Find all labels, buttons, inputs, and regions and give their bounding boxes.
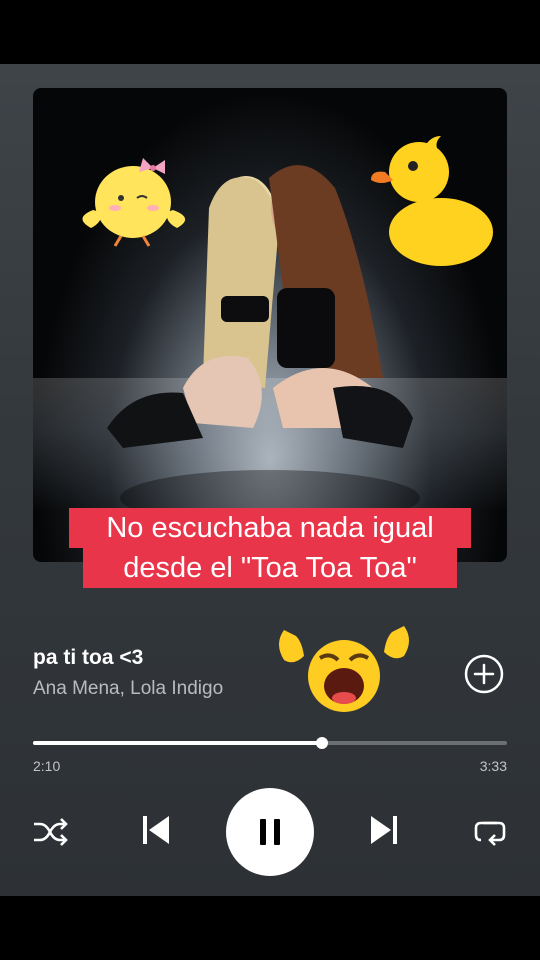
previous-icon	[143, 816, 169, 844]
repeat-icon	[474, 821, 506, 846]
next-button[interactable]	[362, 808, 406, 852]
duck-sticker	[371, 136, 493, 266]
album-art	[33, 88, 507, 562]
add-icon	[464, 654, 504, 694]
add-to-library-button[interactable]	[464, 654, 504, 694]
progress-fill	[33, 741, 323, 745]
repeat-button[interactable]	[470, 812, 510, 852]
elapsed-time: 2:10	[33, 758, 61, 774]
caption-line-2: desde el "Toa Toa Toa"	[83, 548, 457, 588]
crying-emoji-sticker	[279, 626, 409, 712]
pause-button[interactable]	[226, 788, 314, 876]
album-art-figures	[82, 136, 493, 526]
progress-bar[interactable]	[33, 737, 507, 749]
player-screen: No escuchaba nada igual desde el "Toa To…	[0, 64, 540, 896]
track-artists[interactable]: Ana Mena, Lola Indigo	[33, 678, 223, 700]
progress-handle[interactable]	[316, 737, 329, 749]
shuffle-button[interactable]	[30, 812, 70, 852]
chick-sticker	[82, 158, 186, 247]
next-icon	[371, 816, 397, 844]
previous-button[interactable]	[134, 808, 178, 852]
track-title: pa ti toa <3	[33, 646, 144, 669]
shuffle-icon	[34, 818, 68, 846]
caption-line-1: No escuchaba nada igual	[69, 508, 471, 548]
pause-icon	[260, 819, 280, 845]
total-duration: 3:33	[479, 758, 507, 774]
